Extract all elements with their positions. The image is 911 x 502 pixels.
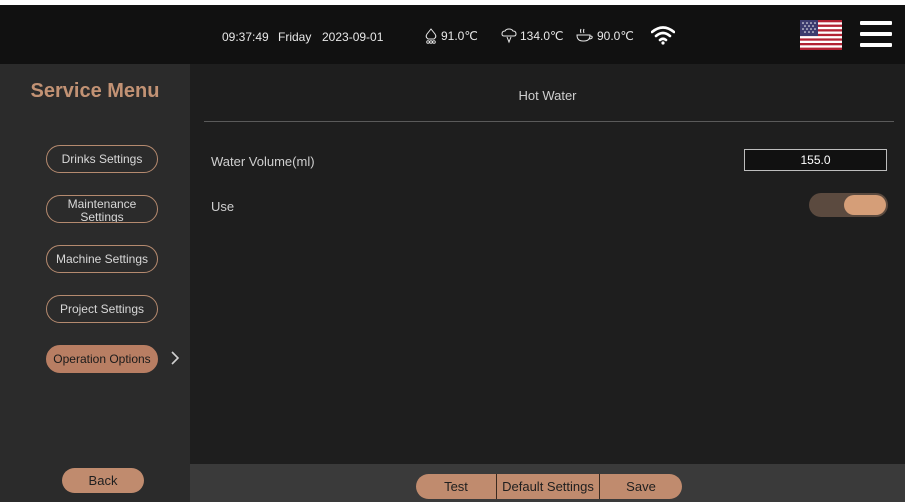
us-flag-icon[interactable] [800, 20, 842, 50]
steam-temperature-value: 134.0℃ [520, 29, 564, 43]
chevron-right-icon [170, 350, 180, 371]
test-button[interactable]: Test [416, 474, 496, 499]
use-label: Use [211, 199, 235, 214]
hamburger-menu-icon[interactable] [860, 21, 892, 49]
save-button[interactable]: Save [600, 474, 682, 499]
default-settings-button[interactable]: Default Settings [496, 474, 600, 499]
sidebar-item-maintenance-settings[interactable]: Maintenance Settings [46, 195, 158, 223]
main-panel: Hot Water Water Volume(ml) 155.0 Use [190, 64, 905, 464]
sidebar-item-machine-settings[interactable]: Machine Settings [46, 245, 158, 273]
back-button[interactable]: Back [62, 468, 144, 493]
cup-heater-temperature-value: 90.0℃ [597, 29, 634, 43]
cup-heater-icon [576, 28, 593, 42]
sidebar-item-drinks-settings[interactable]: Drinks Settings [46, 145, 158, 173]
status-bar: 09:37:49 Friday 2023-09-01 91.0℃ 134.0℃ [0, 5, 905, 64]
sidebar-item-project-settings[interactable]: Project Settings [46, 295, 158, 323]
steam-temperature: 134.0℃ [501, 26, 564, 46]
cup-heater-temperature: 90.0℃ [576, 26, 634, 46]
boiler-temperature-value: 91.0℃ [441, 29, 478, 43]
screen: 09:37:49 Friday 2023-09-01 91.0℃ 134.0℃ [0, 5, 905, 502]
use-toggle-knob [844, 195, 886, 215]
use-toggle[interactable] [809, 193, 888, 217]
page-title: Hot Water [518, 88, 577, 103]
bottom-action-bar: Test Default Settings Save [190, 464, 905, 502]
clock-time: 09:37:49 [222, 30, 269, 44]
water-volume-input[interactable]: 155.0 [744, 149, 887, 171]
water-volume-label: Water Volume(ml) [211, 154, 315, 169]
date: 2023-09-01 [322, 30, 384, 44]
weekday: Friday [278, 30, 312, 44]
steam-icon [501, 28, 517, 44]
boiler-icon [425, 28, 437, 44]
wifi-icon [650, 25, 676, 50]
title-divider [204, 121, 894, 122]
sidebar: Service Menu Drinks Settings Maintenance… [0, 64, 190, 502]
sidebar-title: Service Menu [30, 80, 160, 102]
boiler-temperature: 91.0℃ [424, 26, 478, 46]
sidebar-item-operation-options[interactable]: Operation Options [46, 345, 158, 373]
